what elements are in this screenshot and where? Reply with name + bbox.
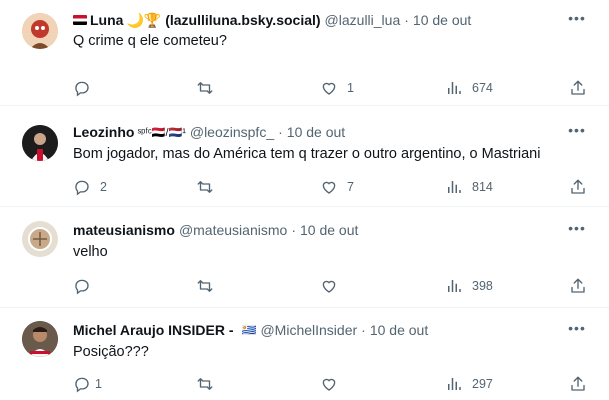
timestamp[interactable]: 10 de out	[413, 12, 471, 28]
tweet-header: Luna 🌙🏆 (lazulliluna.bsky.social) @lazul…	[73, 10, 559, 30]
display-name[interactable]: mateusianismo	[73, 222, 175, 238]
views-button[interactable]: 398	[445, 276, 493, 296]
avatar[interactable]	[22, 321, 58, 357]
timestamp[interactable]: 10 de out	[370, 322, 428, 338]
views-icon	[448, 181, 461, 193]
heart-icon	[322, 82, 336, 95]
heart-icon	[322, 181, 336, 194]
share-icon	[571, 278, 585, 293]
like-count: 7	[347, 180, 354, 194]
reply-count: 1	[95, 377, 102, 391]
timestamp[interactable]: 10 de out	[300, 222, 358, 238]
tweet[interactable]: mateusianismo @mateusianismo · 10 de out…	[0, 207, 609, 308]
views-icon	[448, 82, 461, 94]
reply-count: 2	[100, 180, 107, 194]
views-button[interactable]: 297	[445, 374, 493, 394]
separator-dot: ·	[291, 222, 296, 238]
action-bar: 2 7 814	[73, 177, 589, 197]
view-count: 674	[472, 81, 493, 95]
avatar[interactable]	[22, 221, 58, 257]
tweet-text: velho	[73, 244, 108, 260]
name-suffix: ˢᵖᶠᶜ🇾🇪/🇳🇱¹	[137, 126, 186, 139]
action-bar: 1 297	[73, 374, 589, 394]
tweet[interactable]: Michel Araujo INSIDER - 🇺🇾 @MichelInside…	[0, 308, 609, 400]
like-button[interactable]	[320, 374, 338, 394]
share-button[interactable]	[569, 78, 587, 98]
retweet-button[interactable]	[196, 78, 214, 98]
display-name[interactable]: Luna	[90, 12, 123, 28]
reply-icon	[75, 279, 89, 295]
display-name[interactable]: Michel Araujo INSIDER -	[73, 322, 234, 338]
share-button[interactable]	[569, 177, 587, 197]
tweet-header: Leozinho ˢᵖᶠᶜ🇾🇪/🇳🇱¹ @leozinspfc_ · 10 de…	[73, 122, 559, 142]
retweet-button[interactable]	[196, 374, 214, 394]
action-bar: 1 674	[73, 78, 589, 98]
view-count: 814	[472, 180, 493, 194]
reply-button[interactable]	[73, 276, 91, 296]
share-button[interactable]	[569, 374, 587, 394]
tweet[interactable]: Leozinho ˢᵖᶠᶜ🇾🇪/🇳🇱¹ @leozinspfc_ · 10 de…	[0, 106, 609, 207]
share-icon	[571, 179, 585, 194]
handle[interactable]: @MichelInsider	[260, 322, 357, 338]
tweet-header: mateusianismo @mateusianismo · 10 de out	[73, 220, 559, 240]
avatar[interactable]	[22, 13, 58, 49]
action-bar: 398	[73, 276, 589, 296]
retweet-icon	[197, 181, 213, 193]
display-name[interactable]: Leozinho	[73, 124, 134, 140]
tweet-header: Michel Araujo INSIDER - 🇺🇾 @MichelInside…	[73, 320, 559, 340]
views-button[interactable]: 674	[445, 78, 493, 98]
retweet-button[interactable]	[196, 276, 214, 296]
tweet-text: Bom jogador, mas do América tem q trazer…	[73, 146, 541, 162]
retweet-button[interactable]	[196, 177, 214, 197]
tweet[interactable]: Luna 🌙🏆 (lazulliluna.bsky.social) @lazul…	[0, 0, 609, 106]
views-button[interactable]: 814	[445, 177, 493, 197]
reply-icon	[75, 180, 89, 196]
separator-dot: ·	[361, 322, 366, 338]
more-options-icon[interactable]: •••	[567, 10, 587, 30]
views-icon	[448, 280, 461, 292]
like-button[interactable]	[320, 276, 338, 296]
like-button[interactable]: 7	[320, 177, 354, 197]
timestamp[interactable]: 10 de out	[287, 124, 345, 140]
avatar[interactable]	[22, 125, 58, 161]
tweet-text: Q crime q ele cometeu?	[73, 33, 227, 49]
more-options-icon[interactable]: •••	[567, 320, 587, 340]
separator-dot: ·	[278, 124, 283, 140]
reply-button[interactable]	[73, 78, 100, 98]
handle[interactable]: @lazulli_lua	[325, 12, 401, 28]
reply-button[interactable]: 1	[73, 374, 102, 394]
separator-dot: ·	[404, 12, 409, 28]
handle[interactable]: @leozinspfc_	[190, 124, 274, 140]
like-count: 1	[347, 81, 354, 95]
retweet-icon	[197, 280, 213, 292]
view-count: 297	[472, 377, 493, 391]
share-button[interactable]	[569, 276, 587, 296]
reply-feed: Luna 🌙🏆 (lazulliluna.bsky.social) @lazul…	[0, 0, 609, 400]
more-options-icon[interactable]: •••	[567, 220, 587, 240]
egypt-flag-icon	[73, 15, 87, 25]
like-button[interactable]: 1	[320, 78, 354, 98]
heart-icon	[322, 378, 336, 391]
heart-icon	[322, 280, 336, 293]
view-count: 398	[472, 279, 493, 293]
name-suffix: 🇺🇾	[241, 323, 257, 337]
retweet-icon	[197, 378, 213, 390]
retweet-icon	[197, 82, 213, 94]
reply-icon	[75, 81, 89, 97]
name-suffix: 🌙🏆 (lazulliluna.bsky.social)	[126, 11, 321, 28]
reply-icon	[75, 377, 89, 393]
more-options-icon[interactable]: •••	[567, 122, 587, 142]
share-icon	[571, 80, 585, 95]
handle[interactable]: @mateusianismo	[179, 222, 287, 238]
views-icon	[448, 378, 461, 390]
reply-button[interactable]: 2	[73, 177, 107, 197]
tweet-text: Posição???	[73, 344, 149, 360]
share-icon	[571, 376, 585, 391]
